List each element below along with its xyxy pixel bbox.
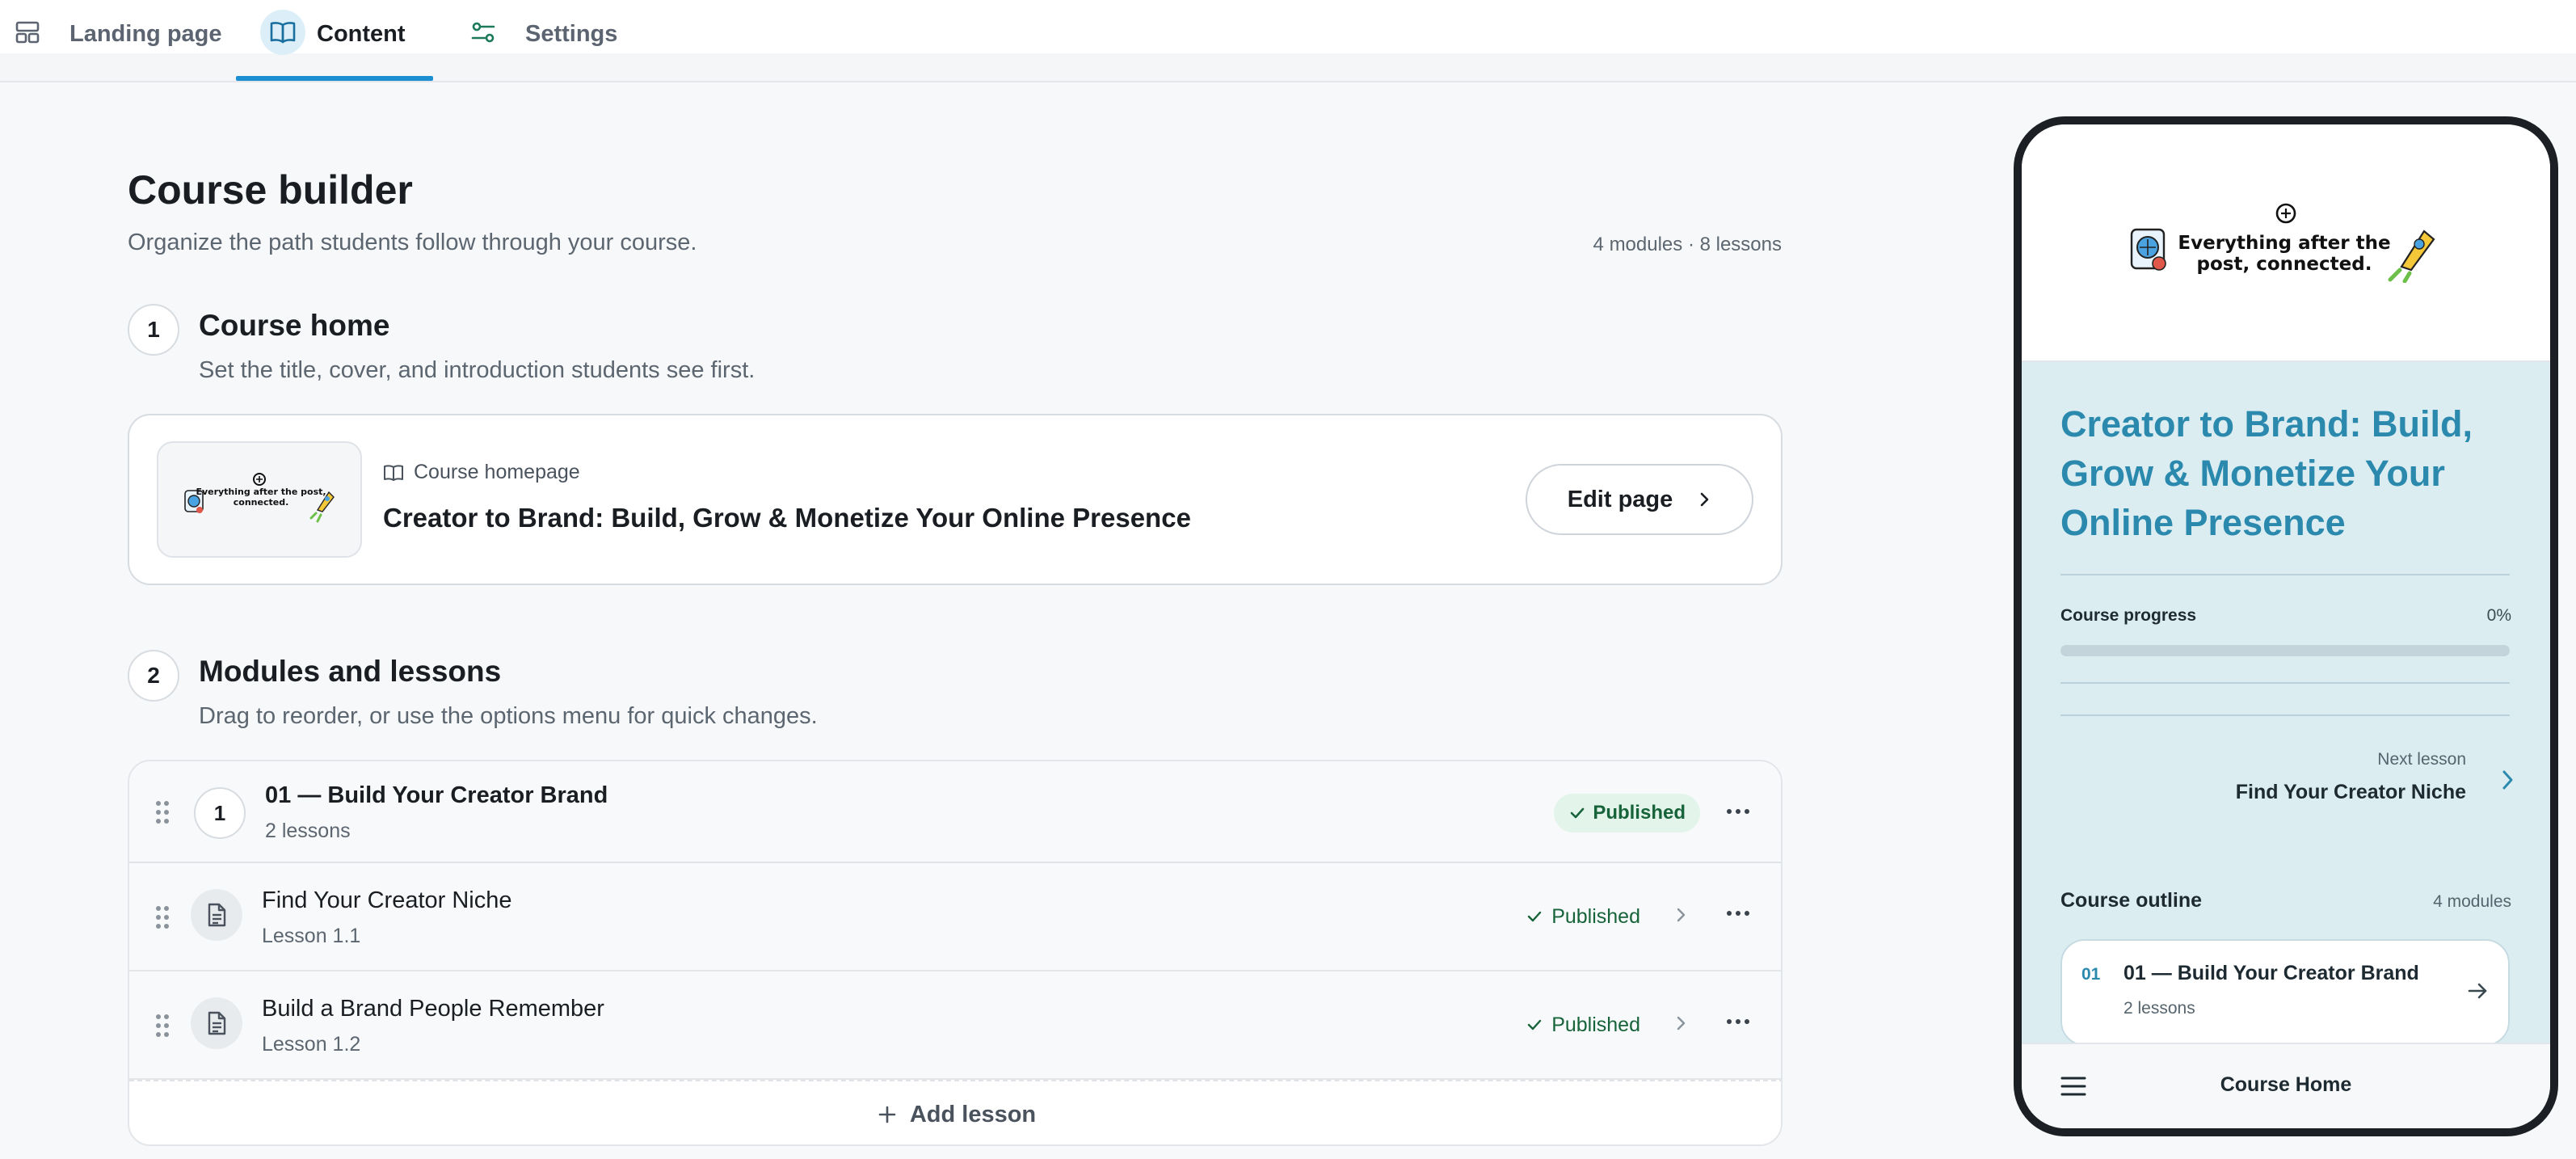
- drag-handle-icon[interactable]: [155, 905, 170, 929]
- section-title-course-home: Course home: [199, 309, 390, 342]
- divider: [2060, 574, 2510, 575]
- module-number: 1: [194, 787, 246, 839]
- status-badge: Published: [1526, 899, 1640, 934]
- edit-page-label: Edit page: [1567, 486, 1673, 512]
- course-outline-title: Course outline: [2060, 889, 2203, 912]
- status-badge: Published: [1554, 794, 1700, 832]
- next-lesson-label: Next lesson: [2377, 750, 2466, 769]
- course-counts: 4 modules · 8 lessons: [1593, 234, 1782, 255]
- progress-bar: [2060, 645, 2510, 656]
- status-text: Published: [1551, 1013, 1640, 1036]
- preview-course-title: Creator to Brand: Build, Grow & Monetize…: [2060, 403, 2473, 543]
- drag-handle-icon[interactable]: [155, 1014, 170, 1038]
- lesson-title: Find Your Creator Niche: [262, 887, 512, 913]
- tab-label: Content: [317, 21, 406, 47]
- add-lesson-label: Add lesson: [909, 1101, 1037, 1127]
- more-options-icon[interactable]: [1726, 905, 1750, 921]
- sliders-icon: [467, 16, 499, 48]
- lesson-row[interactable]: Build a Brand People Remember Lesson 1.2…: [129, 971, 1781, 1080]
- document-icon: [191, 889, 242, 941]
- check-icon: [1527, 1019, 1542, 1030]
- active-tab-indicator: [236, 76, 433, 81]
- tab-content[interactable]: Content: [260, 0, 406, 82]
- tab-label: Landing page: [69, 21, 222, 47]
- section-description: Set the title, cover, and introduction s…: [199, 357, 756, 383]
- module-title: 01 — Build Your Creator Brand: [265, 782, 608, 808]
- more-options-icon[interactable]: [1726, 803, 1750, 820]
- section-description: Drag to reorder, or use the options menu…: [199, 703, 818, 729]
- book-icon: [260, 10, 305, 55]
- module-lesson-count: 2 lessons: [265, 820, 351, 842]
- divider: [2060, 682, 2510, 684]
- layout-icon: [11, 16, 44, 48]
- tab-landing-page[interactable]: Landing page: [11, 0, 222, 82]
- page-title: Course builder: [128, 167, 413, 213]
- course-cover-thumbnail: Everything after the post, connected.: [157, 441, 362, 558]
- arrow-right-icon: [2466, 980, 2489, 1002]
- check-icon: [1571, 807, 1585, 819]
- module-row[interactable]: 1 01 — Build Your Creator Brand 2 lesson…: [129, 761, 1781, 863]
- tab-settings[interactable]: Settings: [467, 0, 617, 82]
- course-title: Creator to Brand: Build, Grow & Monetize…: [383, 503, 1191, 533]
- preview-header: Everything after the post, connected.: [2022, 124, 2550, 362]
- preview-footer: Course Home: [2022, 1043, 2550, 1128]
- preview-course-home: Creator to Brand: Build, Grow & Monetize…: [2022, 362, 2550, 1046]
- check-icon: [1527, 911, 1542, 922]
- module-number: 01: [2081, 965, 2101, 984]
- next-lesson-title[interactable]: Find Your Creator Niche: [2236, 781, 2466, 804]
- step-badge: 1: [128, 304, 179, 356]
- divider: [2060, 714, 2510, 716]
- document-icon: [191, 997, 242, 1049]
- plus-icon: [878, 1106, 896, 1123]
- chevron-right-icon[interactable]: [1674, 905, 1687, 925]
- thumbnail-logo-text: Everything after the post, connected.: [196, 487, 326, 508]
- course-outline-count: 4 modules: [2433, 892, 2511, 911]
- lesson-title: Build a Brand People Remember: [262, 996, 604, 1022]
- mobile-preview: Everything after the post, connected. Cr…: [2014, 116, 2558, 1136]
- chevron-right-icon: [1700, 492, 1709, 507]
- lesson-number: Lesson 1.2: [262, 1033, 361, 1056]
- modules-list: 1 01 — Build Your Creator Brand 2 lesson…: [128, 760, 1783, 1146]
- step-badge: 2: [128, 650, 179, 702]
- status-text: Published: [1551, 904, 1640, 928]
- progress-percent: 0%: [2486, 606, 2511, 625]
- drag-handle-icon[interactable]: [155, 800, 170, 824]
- tab-label: Settings: [525, 21, 618, 47]
- chevron-right-icon[interactable]: [2500, 768, 2515, 792]
- lesson-row[interactable]: Find Your Creator Niche Lesson 1.1 Publi…: [129, 863, 1781, 971]
- page-subtitle: Organize the path students follow throug…: [128, 230, 697, 255]
- module-title: 01 — Build Your Creator Brand: [2124, 962, 2419, 984]
- book-icon: [384, 464, 403, 481]
- preview-footer-title: Course Home: [2220, 1073, 2352, 1096]
- chevron-right-icon[interactable]: [1674, 1014, 1687, 1033]
- brand-logo: Everything after the post, connected.: [2127, 202, 2445, 283]
- status-text: Published: [1593, 802, 1686, 824]
- section-title-modules: Modules and lessons: [199, 655, 502, 688]
- more-options-icon[interactable]: [1726, 1014, 1750, 1030]
- edit-page-button[interactable]: Edit page: [1526, 464, 1753, 535]
- progress-label: Course progress: [2060, 606, 2197, 625]
- course-homepage-text: Course homepage: [414, 461, 580, 483]
- add-lesson-button[interactable]: Add lesson: [129, 1080, 1781, 1144]
- lesson-number: Lesson 1.1: [262, 925, 361, 947]
- course-home-card: Everything after the post, connected. Co…: [128, 414, 1783, 585]
- preview-module-card[interactable]: 01 01 — Build Your Creator Brand 2 lesso…: [2060, 939, 2510, 1046]
- course-homepage-label: Course homepage: [383, 461, 580, 484]
- module-lesson-count: 2 lessons: [2124, 999, 2195, 1018]
- logo-text: Everything after the post, connected.: [2178, 233, 2391, 275]
- status-badge: Published: [1526, 1007, 1640, 1043]
